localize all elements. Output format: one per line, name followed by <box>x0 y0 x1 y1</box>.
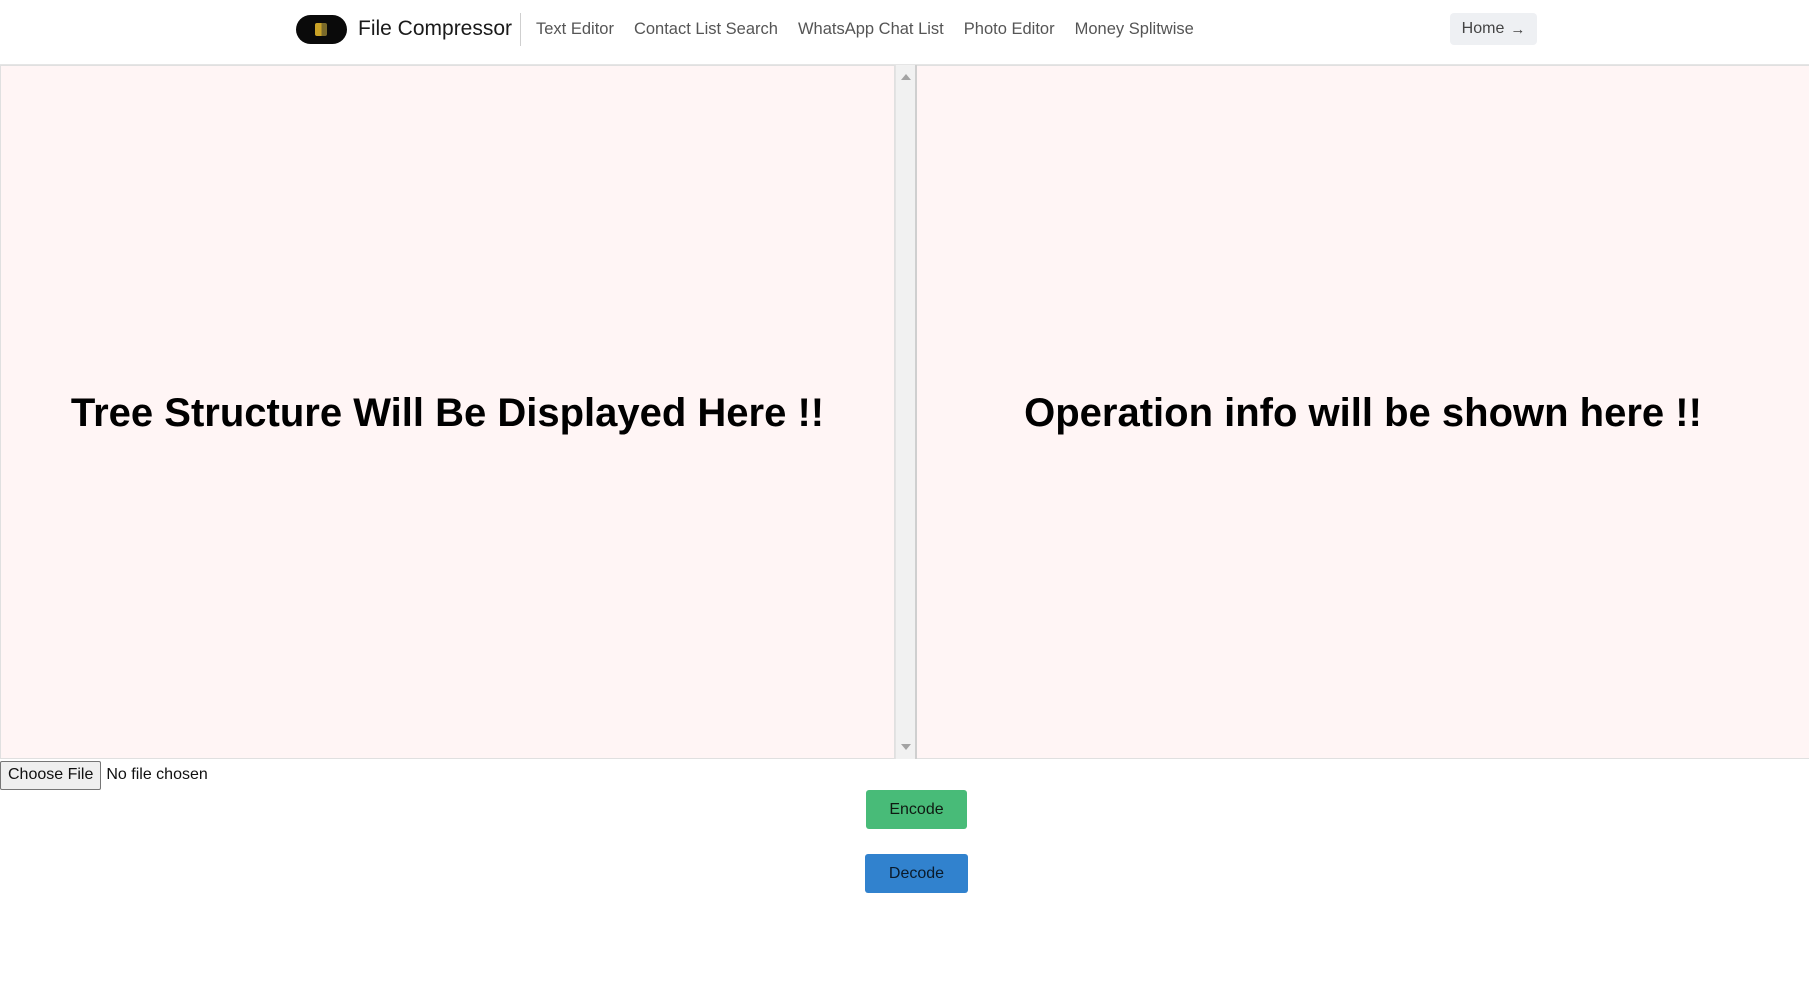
logo-icon[interactable] <box>296 15 347 44</box>
operation-info-panel: Operation info will be shown here !! <box>917 65 1809 759</box>
nav-divider <box>520 13 521 46</box>
arrow-right-icon: → <box>1510 20 1526 38</box>
nav-link-contact-list-search[interactable]: Contact List Search <box>634 20 778 39</box>
encode-button[interactable]: Encode <box>866 790 967 829</box>
scroll-up-arrow-icon[interactable] <box>901 74 911 80</box>
tree-structure-panel: Tree Structure Will Be Displayed Here !! <box>0 65 895 759</box>
logo-glyph-icon <box>315 23 327 36</box>
home-button-label: Home <box>1461 20 1505 37</box>
nav-links: Text Editor Contact List Search WhatsApp… <box>536 20 1214 39</box>
nav-link-whatsapp-chat-list[interactable]: WhatsApp Chat List <box>798 20 944 39</box>
tree-panel-scrollbar[interactable] <box>895 65 917 759</box>
nav-link-photo-editor[interactable]: Photo Editor <box>964 20 1055 39</box>
decode-button[interactable]: Decode <box>865 854 968 893</box>
file-input: Choose File No file chosen <box>0 760 208 790</box>
top-navbar: File Compressor Text Editor Contact List… <box>0 0 1809 65</box>
brand-title[interactable]: File Compressor <box>358 17 512 41</box>
scroll-down-arrow-icon[interactable] <box>901 744 911 750</box>
operation-info-message: Operation info will be shown here !! <box>1024 391 1702 435</box>
file-status-text: No file chosen <box>106 766 208 783</box>
home-button[interactable]: Home → <box>1450 13 1537 45</box>
choose-file-button[interactable]: Choose File <box>0 760 102 790</box>
nav-link-text-editor[interactable]: Text Editor <box>536 20 614 39</box>
tree-structure-message: Tree Structure Will Be Displayed Here !! <box>70 391 825 435</box>
nav-link-money-splitwise[interactable]: Money Splitwise <box>1075 20 1194 39</box>
